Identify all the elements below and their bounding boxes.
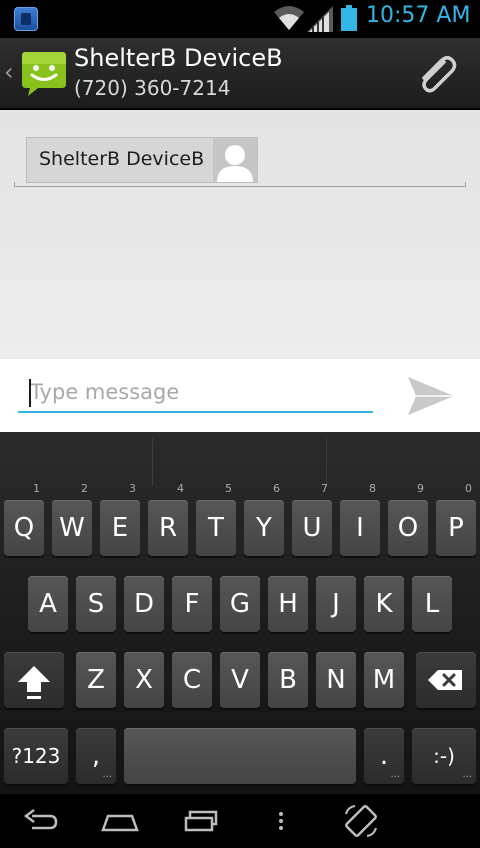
android-messaging-icon[interactable] xyxy=(20,50,68,98)
key-u[interactable]: U7 xyxy=(292,482,332,556)
delete-key[interactable] xyxy=(416,652,476,708)
key-v[interactable]: V xyxy=(220,652,260,708)
key-j[interactable]: J xyxy=(316,576,356,632)
chevron-left-icon[interactable]: ‹ xyxy=(4,58,14,86)
key-x[interactable]: X xyxy=(124,652,164,708)
key-d[interactable]: D xyxy=(124,576,164,632)
suggestion-divider xyxy=(152,438,153,486)
shift-key[interactable] xyxy=(4,652,64,708)
symbols-key[interactable]: ?123 xyxy=(4,728,68,784)
recipient-chip-label: ShelterB DeviceB xyxy=(39,148,205,170)
backspace-icon xyxy=(428,670,462,690)
key-r[interactable]: R4 xyxy=(148,482,188,556)
key-k[interactable]: K xyxy=(364,576,404,632)
nav-back-icon[interactable] xyxy=(22,804,60,838)
cell-signal-icon xyxy=(307,6,333,32)
key-m[interactable]: M xyxy=(364,652,404,708)
key-w[interactable]: W2 xyxy=(52,482,92,556)
comma-key[interactable]: ,... xyxy=(76,728,116,784)
nav-menu-icon[interactable] xyxy=(272,804,290,838)
key-z[interactable]: Z xyxy=(76,652,116,708)
status-bar: 10:57 AM xyxy=(0,0,480,38)
key-c[interactable]: C xyxy=(172,652,212,708)
clock: 10:57 AM xyxy=(366,3,471,28)
contact-number: (720) 360-7214 xyxy=(74,76,231,100)
key-l[interactable]: L xyxy=(412,576,452,632)
recipient-chip[interactable]: ShelterB DeviceB xyxy=(26,137,258,183)
suggestion-divider xyxy=(326,438,327,486)
contact-placeholder-icon xyxy=(213,138,257,182)
recipients-area: ShelterB DeviceB xyxy=(0,110,480,359)
screen-rotate-icon[interactable] xyxy=(342,804,380,838)
nav-home-icon[interactable] xyxy=(100,804,140,838)
key-h[interactable]: H xyxy=(268,576,308,632)
key-e[interactable]: E3 xyxy=(100,482,140,556)
key-t[interactable]: T5 xyxy=(196,482,236,556)
message-input[interactable] xyxy=(18,373,373,413)
battery-icon xyxy=(341,5,357,31)
nav-recents-icon[interactable] xyxy=(182,804,220,838)
key-p[interactable]: P0 xyxy=(436,482,476,556)
compose-bar xyxy=(0,359,480,432)
key-f[interactable]: F xyxy=(172,576,212,632)
suggestion-strip[interactable] xyxy=(0,432,480,490)
period-key[interactable]: .... xyxy=(364,728,404,784)
key-a[interactable]: A xyxy=(28,576,68,632)
key-g[interactable]: G xyxy=(220,576,260,632)
space-key[interactable] xyxy=(124,728,356,784)
key-o[interactable]: O9 xyxy=(388,482,428,556)
smiley-key[interactable]: :-)... xyxy=(412,728,476,784)
app-notification-icon xyxy=(14,7,38,31)
key-n[interactable]: N xyxy=(316,652,356,708)
soft-keyboard: Q1 W2 E3 R4 T5 Y6 U7 I8 O9 P0 A S D F G … xyxy=(0,432,480,794)
key-s[interactable]: S xyxy=(76,576,116,632)
shift-arrow-icon xyxy=(18,666,50,699)
key-b[interactable]: B xyxy=(268,652,308,708)
conversation-action-bar: ‹ ShelterB DeviceB (720) 360-7214 xyxy=(0,38,480,110)
wifi-icon xyxy=(274,6,304,30)
key-i[interactable]: I8 xyxy=(340,482,380,556)
contact-name: ShelterB DeviceB xyxy=(74,44,283,72)
navigation-bar xyxy=(0,794,480,848)
send-icon[interactable] xyxy=(406,375,456,417)
paperclip-icon[interactable] xyxy=(414,52,460,98)
key-q[interactable]: Q1 xyxy=(4,482,44,556)
recipient-field-underline xyxy=(14,182,466,187)
key-y[interactable]: Y6 xyxy=(244,482,284,556)
text-cursor xyxy=(29,379,31,407)
